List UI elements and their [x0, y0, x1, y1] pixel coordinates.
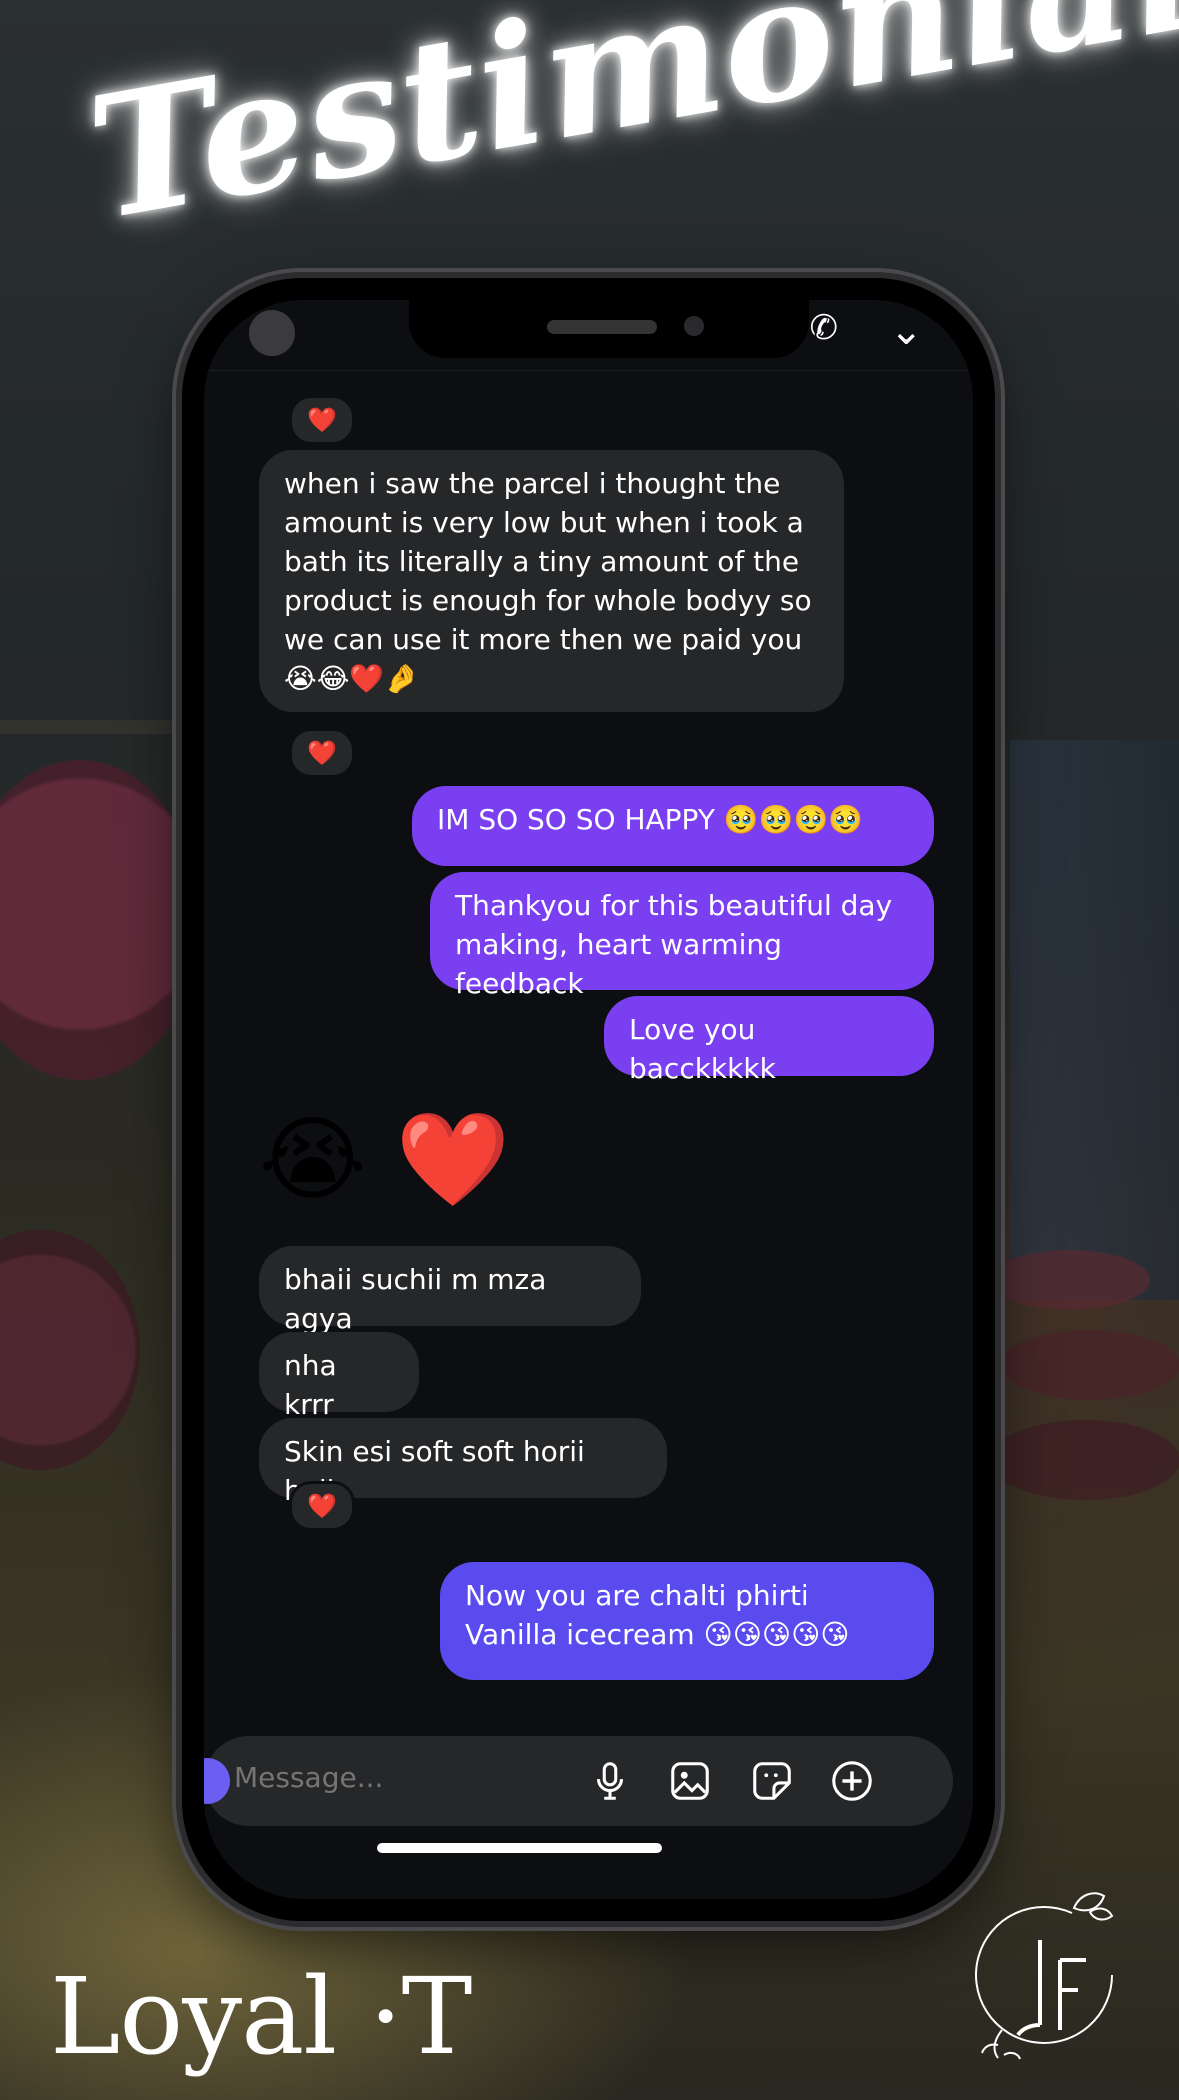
- shelf: [0, 720, 180, 734]
- camera-dot: [684, 316, 704, 336]
- message-composer: [204, 1736, 953, 1826]
- brand-wordmark: Loyal ·T: [50, 1955, 472, 2078]
- product-jar: [0, 1230, 140, 1470]
- jar-lid: [990, 1250, 1150, 1310]
- plus-icon[interactable]: [829, 1758, 875, 1804]
- mic-icon[interactable]: [587, 1758, 633, 1804]
- gallery-icon[interactable]: [667, 1758, 713, 1804]
- speaker-slot: [547, 320, 657, 334]
- product-jar: [0, 760, 200, 1080]
- jar-lid: [990, 1420, 1179, 1500]
- outgoing-message[interactable]: Now you are chalti phirti Vanilla icecre…: [440, 1562, 934, 1680]
- avatar[interactable]: [249, 310, 295, 356]
- phone-frame: ✆ ⌄ ❤️ when i saw the parcel i thought t…: [182, 278, 995, 1921]
- reaction-badge[interactable]: ❤️: [289, 728, 355, 778]
- call-icon[interactable]: ✆: [810, 308, 839, 348]
- message-input[interactable]: [232, 1760, 536, 1795]
- incoming-message[interactable]: when i saw the parcel i thought the amou…: [259, 450, 844, 712]
- reaction-badge[interactable]: ❤️: [289, 395, 355, 445]
- dynamic-island: [409, 300, 809, 358]
- chat-screen: ✆ ⌄ ❤️ when i saw the parcel i thought t…: [204, 300, 973, 1899]
- brand-separator-dot: ·: [368, 1955, 403, 2078]
- sticker-icon[interactable]: [749, 1758, 795, 1804]
- incoming-message[interactable]: bhaii suchii m mza agya: [259, 1246, 641, 1335]
- outgoing-message[interactable]: Thankyou for this beautiful day making, …: [430, 872, 934, 1000]
- jar-lid: [1000, 1330, 1179, 1400]
- camera-button[interactable]: [204, 1758, 230, 1804]
- chevron-down-icon[interactable]: ⌄: [889, 308, 923, 354]
- lf-logo: [975, 1892, 1114, 2060]
- outgoing-message[interactable]: Love you bacckkkkk: [604, 996, 934, 1085]
- incoming-message[interactable]: nha krrr: [259, 1332, 419, 1421]
- home-indicator: [377, 1843, 662, 1853]
- product-box: [1010, 740, 1179, 1300]
- reaction-badge[interactable]: ❤️: [289, 1481, 355, 1531]
- emoji-message[interactable]: 😭 ❤️: [259, 1110, 510, 1210]
- outgoing-message[interactable]: IM SO SO SO HAPPY 🥹🥹🥹🥹: [412, 786, 934, 866]
